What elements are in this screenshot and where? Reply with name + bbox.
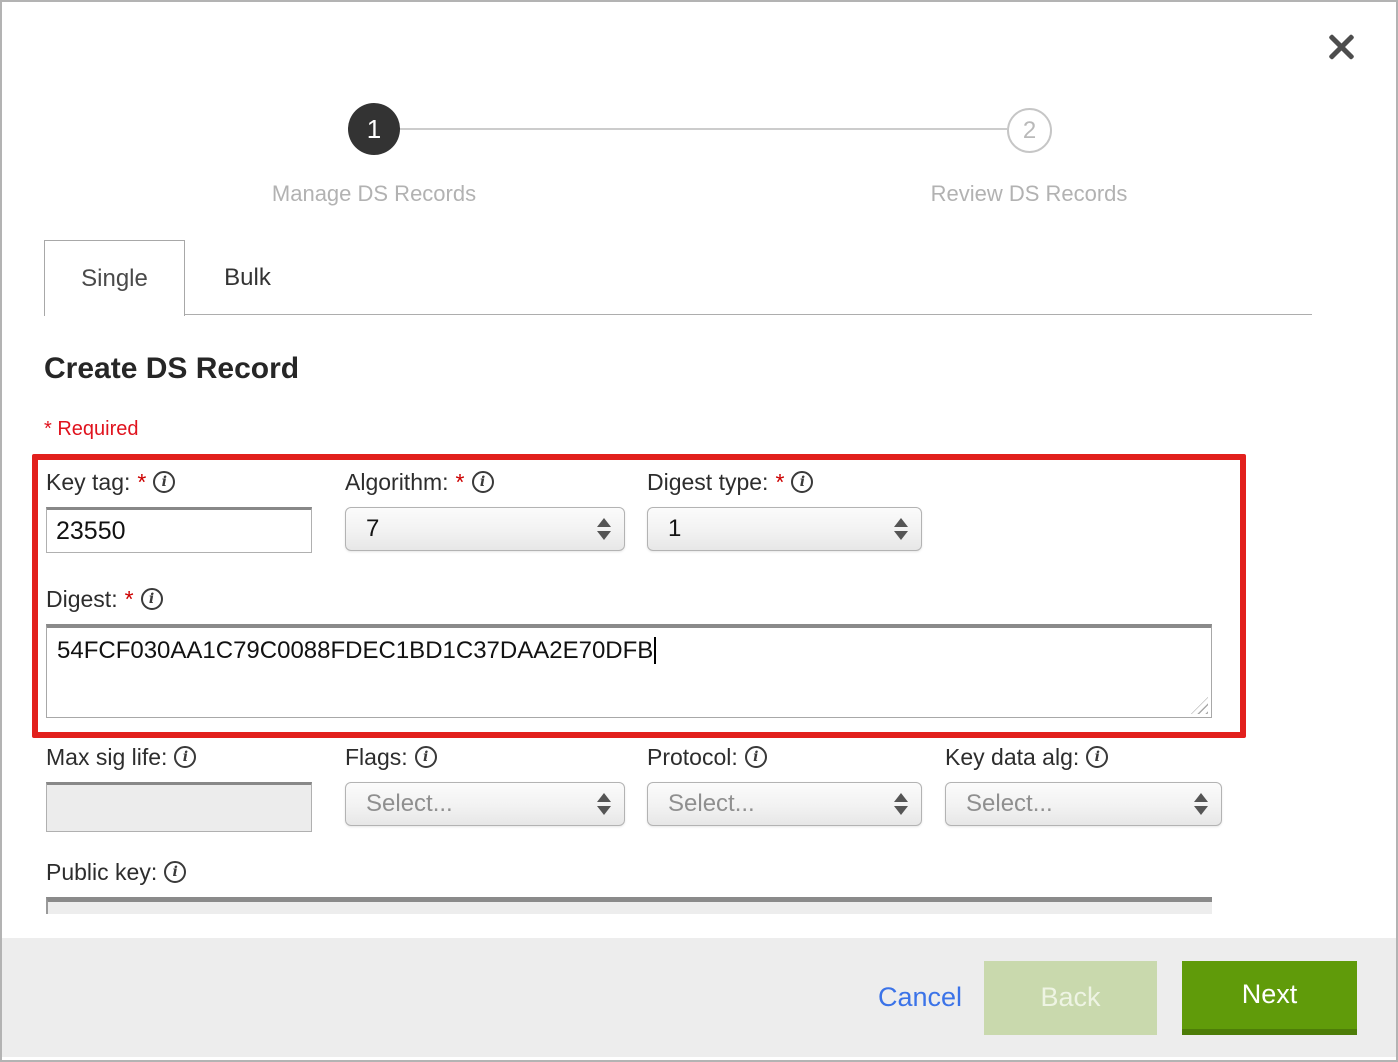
flags-select[interactable]: Select... <box>345 782 625 826</box>
select-arrows-icon <box>894 793 908 815</box>
info-icon[interactable]: i <box>415 746 437 768</box>
flags-select-value: Select... <box>366 790 453 818</box>
select-arrows-icon <box>894 518 908 540</box>
max-sig-life-input[interactable] <box>46 782 312 832</box>
resize-handle-icon[interactable] <box>1191 697 1208 714</box>
field-digest-type: Digest type: * i 1 <box>647 467 922 551</box>
field-public-key: Public key: i <box>46 857 1212 914</box>
required-note: * Required <box>44 418 139 441</box>
algorithm-select[interactable]: 7 <box>345 507 625 551</box>
field-digest: Digest: * i 54FCF030AA1C79C0088FDEC1BD1C… <box>46 584 1212 718</box>
algorithm-label: Algorithm: <box>345 469 449 496</box>
key-tag-input[interactable] <box>46 507 312 553</box>
info-icon[interactable]: i <box>472 471 494 493</box>
dialog-footer: Cancel Back Next <box>2 938 1396 1057</box>
tab-bar-divider <box>44 314 1312 315</box>
key-data-alg-select[interactable]: Select... <box>945 782 1222 826</box>
required-asterisk: * <box>125 586 134 613</box>
digest-value: 54FCF030AA1C79C0088FDEC1BD1C37DAA2E70DFB <box>57 637 653 664</box>
field-max-sig-life: Max sig life: i <box>46 742 312 832</box>
tab-bulk[interactable]: Bulk <box>185 241 310 314</box>
key-data-alg-label: Key data alg: <box>945 744 1079 771</box>
step-number: 2 <box>1023 117 1036 145</box>
digest-type-select-value: 1 <box>668 515 681 543</box>
algorithm-select-value: 7 <box>366 515 379 543</box>
key-tag-label-row: Key tag: * i <box>46 467 312 497</box>
text-cursor <box>654 637 656 664</box>
digest-label: Digest: <box>46 586 118 613</box>
protocol-label: Protocol: <box>647 744 738 771</box>
stepper-step-2: 2 <box>1007 108 1052 153</box>
key-data-alg-select-value: Select... <box>966 790 1053 818</box>
digest-type-select[interactable]: 1 <box>647 507 922 551</box>
max-sig-life-label-row: Max sig life: i <box>46 742 312 772</box>
cancel-link[interactable]: Cancel <box>878 982 962 1013</box>
algorithm-label-row: Algorithm: * i <box>345 467 625 497</box>
max-sig-life-label: Max sig life: <box>46 744 167 771</box>
protocol-select-value: Select... <box>668 790 755 818</box>
close-icon[interactable] <box>1324 30 1358 64</box>
field-protocol: Protocol: i Select... <box>647 742 922 826</box>
stepper-step-1: 1 <box>348 103 400 155</box>
back-button[interactable]: Back <box>984 961 1157 1035</box>
info-icon[interactable]: i <box>141 588 163 610</box>
info-icon[interactable]: i <box>791 471 813 493</box>
tab-single[interactable]: Single <box>44 240 185 316</box>
step-number: 1 <box>367 114 381 145</box>
stepper-label-manage: Manage DS Records <box>272 181 476 207</box>
flags-label-row: Flags: i <box>345 742 625 772</box>
field-key-tag: Key tag: * i <box>46 467 312 553</box>
info-icon[interactable]: i <box>745 746 767 768</box>
required-asterisk: * <box>456 469 465 496</box>
field-key-data-alg: Key data alg: i Select... <box>945 742 1222 826</box>
public-key-textarea[interactable] <box>46 897 1212 914</box>
required-asterisk: * <box>775 469 784 496</box>
stepper-connector-line <box>400 128 1007 130</box>
digest-label-row: Digest: * i <box>46 584 1212 614</box>
tab-single-label: Single <box>81 265 148 293</box>
page-title: Create DS Record <box>44 352 299 386</box>
field-flags: Flags: i Select... <box>345 742 625 826</box>
flags-label: Flags: <box>345 744 408 771</box>
create-ds-record-dialog: 1 2 Manage DS Records Review DS Records … <box>0 0 1398 1062</box>
digest-textarea[interactable]: 54FCF030AA1C79C0088FDEC1BD1C37DAA2E70DFB <box>46 624 1212 718</box>
tab-bulk-label: Bulk <box>224 264 271 292</box>
protocol-select[interactable]: Select... <box>647 782 922 826</box>
info-icon[interactable]: i <box>1086 746 1108 768</box>
select-arrows-icon <box>597 518 611 540</box>
select-arrows-icon <box>597 793 611 815</box>
info-icon[interactable]: i <box>164 861 186 883</box>
info-icon[interactable]: i <box>153 471 175 493</box>
protocol-label-row: Protocol: i <box>647 742 922 772</box>
info-icon[interactable]: i <box>174 746 196 768</box>
select-arrows-icon <box>1194 793 1208 815</box>
public-key-label: Public key: <box>46 859 157 886</box>
field-algorithm: Algorithm: * i 7 <box>345 467 625 551</box>
key-data-alg-label-row: Key data alg: i <box>945 742 1222 772</box>
next-button[interactable]: Next <box>1182 961 1357 1035</box>
required-asterisk: * <box>137 469 146 496</box>
digest-type-label-row: Digest type: * i <box>647 467 922 497</box>
digest-type-label: Digest type: <box>647 469 768 496</box>
key-tag-label: Key tag: <box>46 469 130 496</box>
stepper-label-review: Review DS Records <box>931 181 1128 207</box>
public-key-label-row: Public key: i <box>46 857 1212 887</box>
